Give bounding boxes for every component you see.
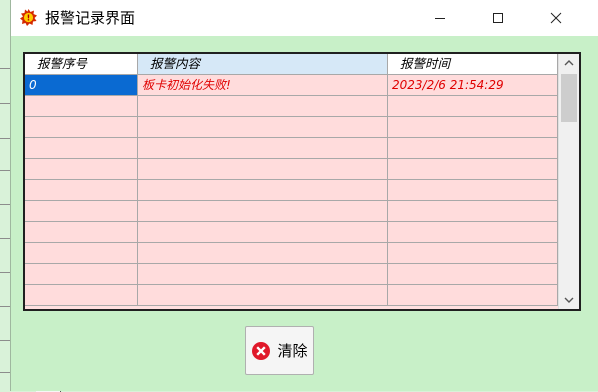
chevron-down-icon [564,297,574,303]
maximize-button[interactable] [475,0,521,36]
scrollbar-thumb[interactable] [561,74,577,122]
column-header-time[interactable]: 报警时间 [388,54,558,75]
clear-x-icon [252,341,271,360]
table-row[interactable]: 0 板卡初始化失败! 2023/2/6 21:54:29 [25,75,558,96]
cell-alarm-time[interactable]: 2023/2/6 21:54:29 [388,75,558,96]
chevron-up-icon [564,60,574,66]
clear-button-label: 清除 [277,342,308,360]
table-row[interactable] [25,159,558,180]
cell-alarm-content[interactable]: 板卡初始化失败! [138,75,388,96]
column-header-content[interactable]: 报警内容 [138,54,388,75]
close-icon [550,12,562,24]
table-row[interactable] [25,201,558,222]
table-row[interactable] [25,285,558,306]
maximize-icon [493,13,503,23]
alarm-record-window: ! 报警记录界面 报警序号 报警内容 报警时间 0 板卡初始化失败! 2023/… [10,0,598,391]
title-bar[interactable]: ! 报警记录界面 [11,0,598,36]
window-title: 报警记录界面 [45,9,136,27]
alarm-grid-body: 报警序号 报警内容 报警时间 0 板卡初始化失败! 2023/2/6 21:54… [25,54,558,309]
table-row[interactable] [25,117,558,138]
alarm-grid[interactable]: 报警序号 报警内容 报警时间 0 板卡初始化失败! 2023/2/6 21:54… [23,52,581,311]
table-row[interactable] [25,180,558,201]
minimize-icon [435,18,445,19]
scroll-down-button[interactable] [559,291,579,309]
table-row[interactable] [25,243,558,264]
app-alarm-icon: ! [20,9,37,26]
minimize-button[interactable] [417,0,463,36]
table-row[interactable] [25,264,558,285]
column-header-id[interactable]: 报警序号 [25,54,138,75]
table-row[interactable] [25,222,558,243]
scroll-up-button[interactable] [559,54,579,72]
table-row[interactable] [25,138,558,159]
table-row[interactable] [25,96,558,117]
close-button[interactable] [533,0,579,36]
grid-header-row: 报警序号 报警内容 报警时间 [25,54,558,75]
vertical-scrollbar[interactable] [558,54,579,309]
svg-text:!: ! [27,14,31,23]
cell-alarm-id[interactable]: 0 [25,75,138,96]
clear-button[interactable]: 清除 [245,326,314,375]
